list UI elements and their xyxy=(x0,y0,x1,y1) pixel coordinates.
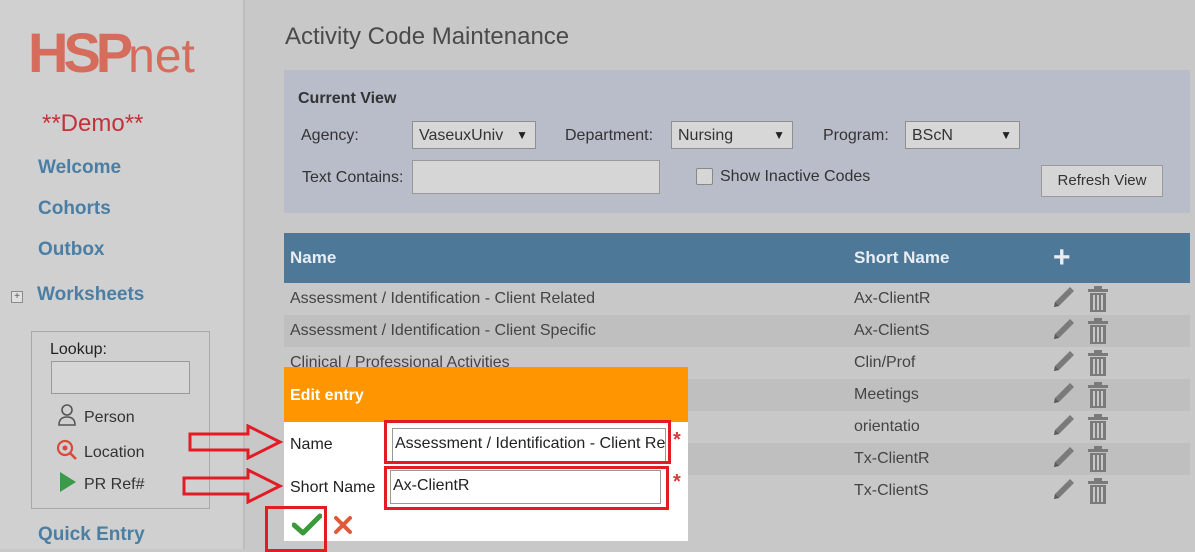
delete-trash-icon[interactable] xyxy=(1086,445,1110,473)
text-contains-label: Text Contains: xyxy=(302,169,404,186)
delete-trash-icon[interactable] xyxy=(1086,477,1110,505)
short-name-highlight-box xyxy=(384,466,669,510)
edit-pencil-icon[interactable] xyxy=(1050,285,1076,313)
lookup-pr-ref[interactable]: PR Ref# xyxy=(56,471,144,498)
row-actions xyxy=(1050,381,1110,409)
annotation-arrow-icon xyxy=(182,468,284,504)
department-label: Department: xyxy=(565,127,654,144)
location-search-icon xyxy=(56,439,78,466)
delete-trash-icon[interactable] xyxy=(1086,317,1110,345)
row-short-name: orientatio xyxy=(854,418,920,435)
chevron-down-icon: ▼ xyxy=(516,128,528,142)
cancel-x-icon[interactable] xyxy=(333,515,353,540)
edit-pencil-icon[interactable] xyxy=(1050,381,1076,409)
name-label: Name xyxy=(290,436,333,453)
edit-pencil-icon[interactable] xyxy=(1050,349,1076,377)
table-row[interactable]: Assessment / Identification - Client Spe… xyxy=(284,315,1190,347)
delete-trash-icon[interactable] xyxy=(1086,381,1110,409)
text-contains-input[interactable] xyxy=(412,160,660,194)
page-title: Activity Code Maintenance xyxy=(285,23,570,50)
row-short-name: Ax-ClientS xyxy=(854,322,930,339)
current-view-title: Current View xyxy=(298,90,397,107)
row-actions xyxy=(1050,317,1110,345)
refresh-view-button[interactable]: Refresh View xyxy=(1041,165,1163,197)
show-inactive-checkbox[interactable] xyxy=(696,168,713,185)
nav-quick-entry[interactable]: Quick Entry xyxy=(38,524,145,546)
name-highlight-box xyxy=(384,420,671,464)
edit-pencil-icon[interactable] xyxy=(1050,317,1076,345)
short-name-required-mark: * xyxy=(673,471,681,493)
nav-worksheets[interactable]: Worksheets xyxy=(37,284,144,306)
row-actions xyxy=(1050,445,1110,473)
lookup-person[interactable]: Person xyxy=(56,404,135,431)
sidebar-divider xyxy=(243,0,245,549)
lookup-location[interactable]: Location xyxy=(56,439,145,466)
column-header-short-name[interactable]: Short Name xyxy=(854,248,949,268)
agency-select[interactable]: VaseuxUniv ▼ xyxy=(412,121,536,149)
annotation-arrow-icon xyxy=(188,424,284,460)
chevron-down-icon: ▼ xyxy=(773,128,785,142)
agency-label: Agency: xyxy=(301,127,359,144)
row-actions xyxy=(1050,285,1110,313)
row-short-name: Ax-ClientR xyxy=(854,290,931,307)
name-required-mark: * xyxy=(673,429,681,451)
show-inactive-label: Show Inactive Codes xyxy=(720,168,871,185)
play-icon xyxy=(56,471,78,498)
row-name: Assessment / Identification - Client Spe… xyxy=(290,322,596,339)
row-actions xyxy=(1050,413,1110,441)
lookup-label: Lookup: xyxy=(50,341,107,358)
department-select[interactable]: Nursing ▼ xyxy=(671,121,793,149)
chevron-down-icon: ▼ xyxy=(1000,128,1012,142)
dialog-title: Edit entry xyxy=(290,387,364,404)
expand-worksheets-icon[interactable]: + xyxy=(11,291,23,303)
short-name-label: Short Name xyxy=(290,479,376,496)
program-select[interactable]: BScN ▼ xyxy=(905,121,1020,149)
delete-trash-icon[interactable] xyxy=(1086,285,1110,313)
save-highlight-box xyxy=(265,506,327,552)
dialog-header: Edit entry xyxy=(284,367,688,422)
person-icon xyxy=(56,404,78,431)
row-actions xyxy=(1050,349,1110,377)
nav-outbox[interactable]: Outbox xyxy=(38,239,105,261)
lookup-input[interactable] xyxy=(51,361,190,394)
column-header-name[interactable]: Name xyxy=(290,248,336,268)
row-short-name: Clin/Prof xyxy=(854,354,916,371)
edit-pencil-icon[interactable] xyxy=(1050,477,1076,505)
row-actions xyxy=(1050,477,1110,505)
delete-trash-icon[interactable] xyxy=(1086,413,1110,441)
edit-pencil-icon[interactable] xyxy=(1050,445,1076,473)
hspnet-logo[interactable]: HSPnet xyxy=(28,20,195,85)
table-row[interactable]: Assessment / Identification - Client Rel… xyxy=(284,283,1190,315)
edit-pencil-icon[interactable] xyxy=(1050,413,1076,441)
row-name: Assessment / Identification - Client Rel… xyxy=(290,290,596,307)
row-short-name: Tx-ClientR xyxy=(854,450,930,467)
delete-trash-icon[interactable] xyxy=(1086,349,1110,377)
row-short-name: Tx-ClientS xyxy=(854,482,929,499)
nav-welcome[interactable]: Welcome xyxy=(38,157,121,179)
nav-cohorts[interactable]: Cohorts xyxy=(38,198,111,220)
row-short-name: Meetings xyxy=(854,386,919,403)
demo-label: **Demo** xyxy=(42,110,144,137)
program-label: Program: xyxy=(823,127,889,144)
add-entry-icon[interactable]: + xyxy=(1053,243,1071,273)
